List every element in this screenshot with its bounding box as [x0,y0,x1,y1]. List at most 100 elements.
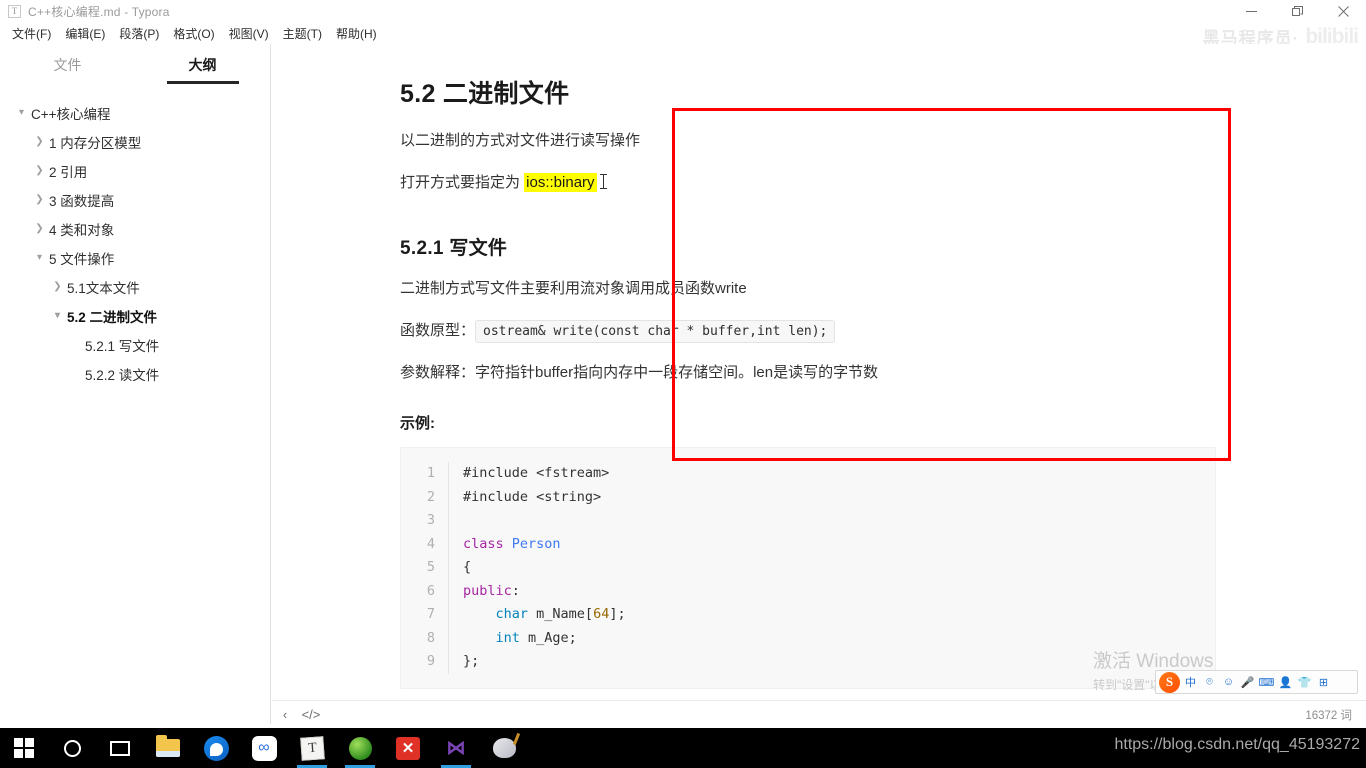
menu-view[interactable]: 视图(V) [222,22,276,45]
ime-menu-icon[interactable]: ⊞ [1315,674,1332,691]
paragraph-prototype: 函数原型： ostream& write(const char * buffer,… [400,318,1216,344]
chevron-right-icon[interactable]: ❯ [32,136,47,147]
chevron-right-icon[interactable]: ❯ [32,223,47,234]
browser-app[interactable] [192,728,240,768]
editor-area[interactable]: 5.2 二进制文件 以二进制的方式对文件进行读写操作 打开方式要指定为 ios:… [272,44,1366,700]
outline-item-label: 4 类和对象 [49,222,115,238]
menu-theme[interactable]: 主题(T) [276,22,329,45]
sogou-ime-toolbar[interactable]: S 中 ⌾ ☺ 🎤 ⌨ 👤 👕 ⊞ [1155,670,1358,694]
code-line: 1 #include <fstream> [401,462,1215,486]
qq-icon [203,735,229,761]
code-line: 3 [401,509,1215,533]
tab-files[interactable]: 文件 [0,55,135,84]
menu-format[interactable]: 格式(O) [166,22,221,45]
sogou-logo-icon[interactable]: S [1159,671,1180,693]
word-count: 16372 词 [1305,709,1352,722]
outline-item[interactable]: ❯ 1 内存分区模型 [0,127,270,156]
paragraph-intro: 以二进制的方式对文件进行读写操作 [400,132,641,149]
outline-item[interactable]: ❯ 3 函数提高 [0,185,270,214]
outline-item-label: 3 函数提高 [49,193,115,209]
paragraph-write-desc: 二进制方式写文件主要利用流对象调用成员函数write [400,279,747,297]
app-icon: T [8,4,21,18]
code-text: int m_Age; [495,629,577,646]
chevron-down-icon[interactable]: ▾ [32,252,47,263]
green-icon [348,736,372,760]
line-number: 1 [401,462,449,486]
menu-paragraph[interactable]: 段落(P) [112,22,166,45]
xmind-app[interactable]: ✕ [384,728,432,768]
windows-icon [13,737,35,759]
outline-item[interactable]: ▾ C++核心编程 [0,98,270,127]
code-text: }; [463,653,480,670]
outline-item[interactable]: ❯5.2.1 写文件 [0,330,270,359]
outline-item[interactable]: ❯ 2 引用 [0,156,270,185]
chevron-right-icon[interactable]: ❯ [32,194,47,205]
window-controls [1228,0,1366,22]
back-icon[interactable]: ‹ [272,707,298,722]
close-icon[interactable] [1320,0,1366,22]
chevron-right-icon[interactable]: ❯ [32,165,47,176]
minimize-icon[interactable] [1228,0,1274,22]
line-number: 4 [401,532,449,557]
ime-account-icon[interactable]: 👤 [1277,674,1294,691]
baidu-icon [251,735,277,761]
code-text: public: [463,582,520,599]
cortana-button[interactable] [48,728,96,768]
file-explorer[interactable] [144,728,192,768]
chevron-down-icon[interactable]: ▾ [14,107,29,118]
ime-keyboard-icon[interactable]: ⌨ [1258,674,1275,691]
line-number: 7 [401,603,449,627]
outline-item-label: 1 内存分区模型 [49,135,142,151]
green-app[interactable] [336,728,384,768]
outline-item-label: 5.2.2 读文件 [85,367,160,383]
menu-bar: 文件(F) 编辑(E) 段落(P) 格式(O) 视图(V) 主题(T) 帮助(H… [0,22,1366,44]
outline-item-label: C++核心编程 [31,106,111,122]
outline-item[interactable]: ❯5.2.2 读文件 [0,359,270,388]
code-block[interactable]: 1 #include <fstream> 2 #include <string> 3 4… [400,447,1216,689]
title-bar: T C++核心编程.md - Typora [0,0,1366,22]
ime-punctuation-icon[interactable]: ⌾ [1201,674,1218,691]
outline-item[interactable]: ❯ 5.1文本文件 [0,272,270,301]
xmind-icon: ✕ [396,736,420,760]
outline-item-label: 5.2.1 写文件 [85,338,160,354]
ime-emoji-icon[interactable]: ☺ [1220,674,1237,691]
restore-icon[interactable] [1274,0,1320,22]
ime-mode-icon[interactable]: 中 [1182,674,1199,691]
folder-icon [156,735,180,757]
outline-item-label: 5 文件操作 [49,251,115,267]
visual-studio[interactable]: ⋈ [432,728,480,768]
tab-outline[interactable]: 大纲 [135,55,270,84]
menu-file[interactable]: 文件(F) [5,22,58,45]
chevron-down-icon[interactable]: ▾ [50,310,65,321]
sidebar: 文件 大纲 ▾ C++核心编程 ❯ 1 内存分区模型 ❯ 2 引用 ❯ 3 函数提高 ❯ 4 类和… [0,44,271,724]
taskbar: T ✕ ⋈ [0,728,1366,768]
chevron-right-icon[interactable]: ❯ [50,281,65,292]
ime-skin-icon[interactable]: 👕 [1296,674,1313,691]
code-text: char m_Name[64]; [495,606,626,623]
outline-item[interactable]: ▾ 5.2 二进制文件 [0,301,270,330]
code-line: 2 #include <string> [401,485,1215,510]
outline-item[interactable]: ❯ 4 类和对象 [0,214,270,243]
text-cursor [599,174,607,190]
outline-item-label: 5.1文本文件 [67,280,140,296]
paragraph-params: 参数解释：字符指针buffer指向内存中一段存储空间。len是读写的字节数 [400,364,879,381]
menu-help[interactable]: 帮助(H) [329,22,384,45]
code-line: 7 char m_Name[64]; [401,603,1215,627]
typora-window: T C++核心编程.md - Typora 文件(F) 编辑(E) 段落(P) … [0,0,1366,768]
paint-icon [492,738,516,758]
code-line: 9}; [401,650,1215,674]
baidu-netdisk[interactable] [240,728,288,768]
typora-app[interactable]: T [288,728,336,768]
start-button[interactable] [0,728,48,768]
line-number: 2 [401,485,449,510]
ime-voice-icon[interactable]: 🎤 [1239,674,1256,691]
code-text: class Person [463,535,561,552]
section-heading-write: 5.2.1 写文件 [400,237,508,259]
outline-item-label: 2 引用 [49,164,88,180]
outline-item[interactable]: ▾ 5 文件操作 [0,243,270,272]
sidebar-tabs: 文件 大纲 [0,44,270,86]
menu-edit[interactable]: 编辑(E) [58,22,112,45]
source-code-icon[interactable]: </> [298,707,324,722]
paint-app[interactable] [480,728,528,768]
task-view-button[interactable] [96,728,144,768]
